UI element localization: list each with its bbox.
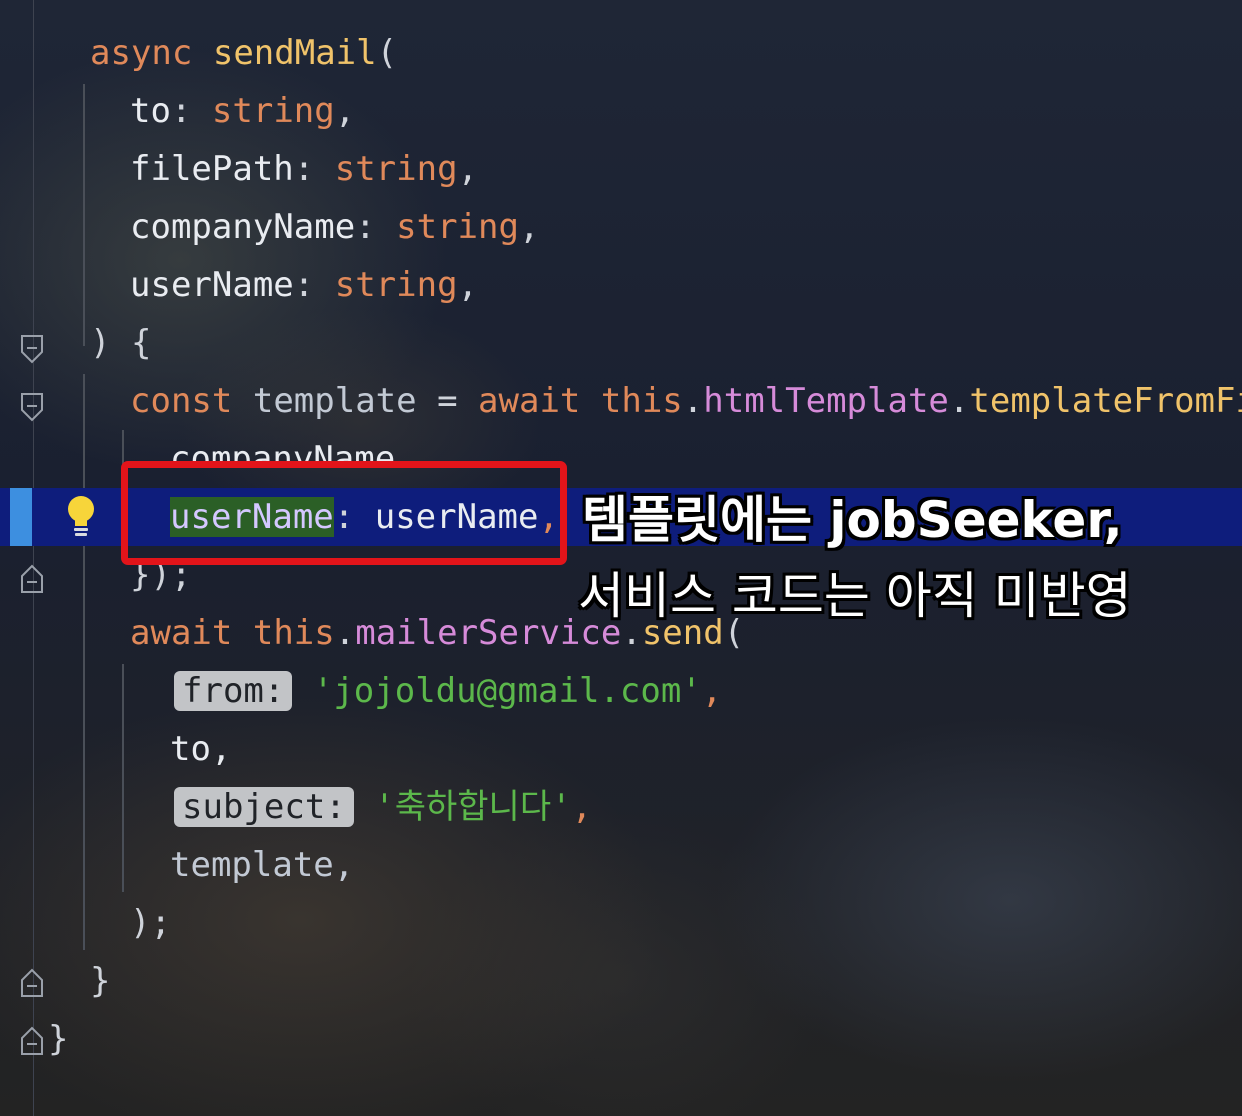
string-literal: 'jojoldu@gmail.com' — [312, 671, 702, 711]
indent-guide — [83, 374, 85, 950]
code-line[interactable]: ) { — [90, 314, 151, 372]
variable-name: template — [252, 381, 417, 421]
code-line[interactable]: companyName: string, — [130, 198, 539, 256]
param-name: to — [130, 91, 171, 131]
keyword-this: this — [252, 613, 335, 653]
paren: ( — [376, 33, 398, 73]
code-line[interactable]: } — [90, 952, 110, 1010]
param-type: string — [334, 265, 458, 305]
code-line[interactable]: filePath: string, — [130, 140, 478, 198]
keyword-async: async — [90, 33, 193, 73]
keyword-await: await — [130, 613, 233, 653]
fold-collapse-icon[interactable] — [20, 334, 44, 364]
member-access: htmlTemplate — [703, 381, 949, 421]
fold-expand-icon[interactable] — [20, 968, 44, 998]
code-line[interactable]: userName: string, — [130, 256, 478, 314]
lightbulb-icon[interactable] — [64, 492, 98, 540]
parameter-hint: subject: — [174, 787, 354, 827]
fold-expand-icon[interactable] — [20, 1026, 44, 1056]
param-name: userName — [130, 265, 294, 305]
annotation-caption: 서비스 코드는 아직 미반영 — [578, 567, 1132, 625]
indent-guide — [122, 664, 124, 892]
code-line[interactable]: } — [48, 1010, 68, 1068]
code-line[interactable]: to, — [170, 720, 231, 778]
keyword-const: const — [130, 381, 233, 421]
keyword-await: await — [478, 381, 581, 421]
param-type: string — [396, 207, 519, 247]
fold-expand-icon[interactable] — [20, 564, 44, 594]
code-line[interactable]: subject: '축하합니다', — [174, 778, 592, 836]
code-line[interactable]: to: string, — [130, 82, 355, 140]
param-type: string — [334, 149, 458, 189]
param-type: string — [211, 91, 335, 131]
annotation-caption: 템플릿에는 jobSeeker, — [582, 491, 1123, 549]
keyword-this: this — [600, 381, 683, 421]
code-line[interactable]: ); — [130, 894, 171, 952]
change-marker[interactable] — [10, 488, 32, 546]
code-line[interactable]: const template = await this.htmlTemplate… — [130, 372, 1242, 430]
code-line[interactable]: from: 'jojoldu@gmail.com', — [174, 662, 722, 720]
annotation-highlight-box — [121, 461, 567, 565]
gutter-separator — [33, 0, 34, 1116]
param-name: companyName — [130, 207, 356, 247]
code-line[interactable]: async sendMail( — [90, 24, 397, 82]
function-name: sendMail — [212, 33, 377, 73]
fold-collapse-icon[interactable] — [20, 392, 44, 422]
param-name: filePath — [130, 149, 294, 189]
parameter-hint: from: — [174, 671, 293, 711]
string-literal: '축하합니다' — [374, 787, 572, 827]
code-line[interactable]: template, — [170, 836, 354, 894]
method-call: templateFromFi — [969, 381, 1242, 421]
indent-guide — [83, 84, 85, 346]
